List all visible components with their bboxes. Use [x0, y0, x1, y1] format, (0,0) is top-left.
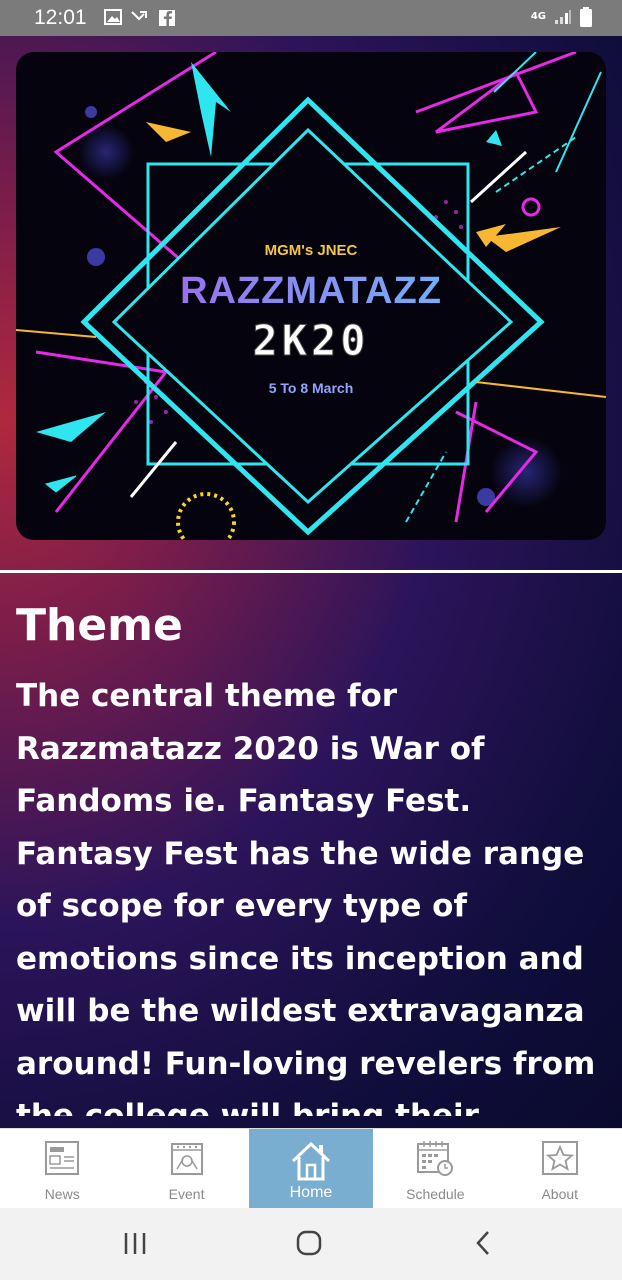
nav-label-event: Event	[168, 1186, 205, 1202]
system-navigation-bar	[0, 1208, 622, 1280]
star-icon	[541, 1141, 578, 1175]
theme-description[interactable]: The central theme for Razzmatazz 2020 is…	[16, 670, 612, 1116]
theme-heading: Theme	[16, 600, 183, 651]
bottom-navigation: News Event Home Schedule About	[0, 1128, 622, 1209]
calendar-icon	[417, 1141, 454, 1176]
nav-label-home: Home	[289, 1184, 333, 1201]
back-icon[interactable]	[472, 1228, 496, 1258]
nav-label-about: About	[541, 1186, 579, 1202]
banner-dates: 5 To 8 March	[268, 380, 354, 396]
banner-year: 2K20	[252, 316, 370, 366]
nav-label-news: News	[44, 1186, 80, 1202]
nav-item-event[interactable]: Event	[124, 1129, 248, 1209]
nav-item-home[interactable]: Home	[248, 1129, 374, 1209]
home-icon	[291, 1141, 330, 1181]
nav-item-about[interactable]: About	[498, 1129, 622, 1209]
status-bar: 12:01 4G	[0, 0, 622, 36]
battery-icon	[580, 7, 592, 27]
home-button-icon[interactable]	[294, 1228, 324, 1258]
missed-call-icon	[131, 11, 147, 21]
newspaper-icon	[45, 1141, 80, 1175]
nav-label-schedule: Schedule	[406, 1186, 465, 1202]
facebook-icon	[159, 10, 175, 26]
banner-fest-name: RAZZMATAZZ	[16, 270, 606, 313]
banner-organizer: MGM's JNEC	[264, 242, 358, 259]
fest-banner: MGM's JNEC RAZZMATAZZ 2K20 5 To 8 March	[16, 52, 606, 540]
status-time: 12:01	[34, 6, 87, 29]
network-type: 4G	[530, 11, 546, 22]
signal-icon	[555, 10, 571, 24]
event-icon	[170, 1143, 203, 1175]
nav-item-news[interactable]: News	[0, 1129, 124, 1209]
recent-apps-icon[interactable]	[122, 1228, 148, 1258]
section-divider	[0, 570, 622, 573]
gallery-notification-icon	[104, 9, 122, 25]
nav-item-schedule[interactable]: Schedule	[373, 1129, 497, 1209]
